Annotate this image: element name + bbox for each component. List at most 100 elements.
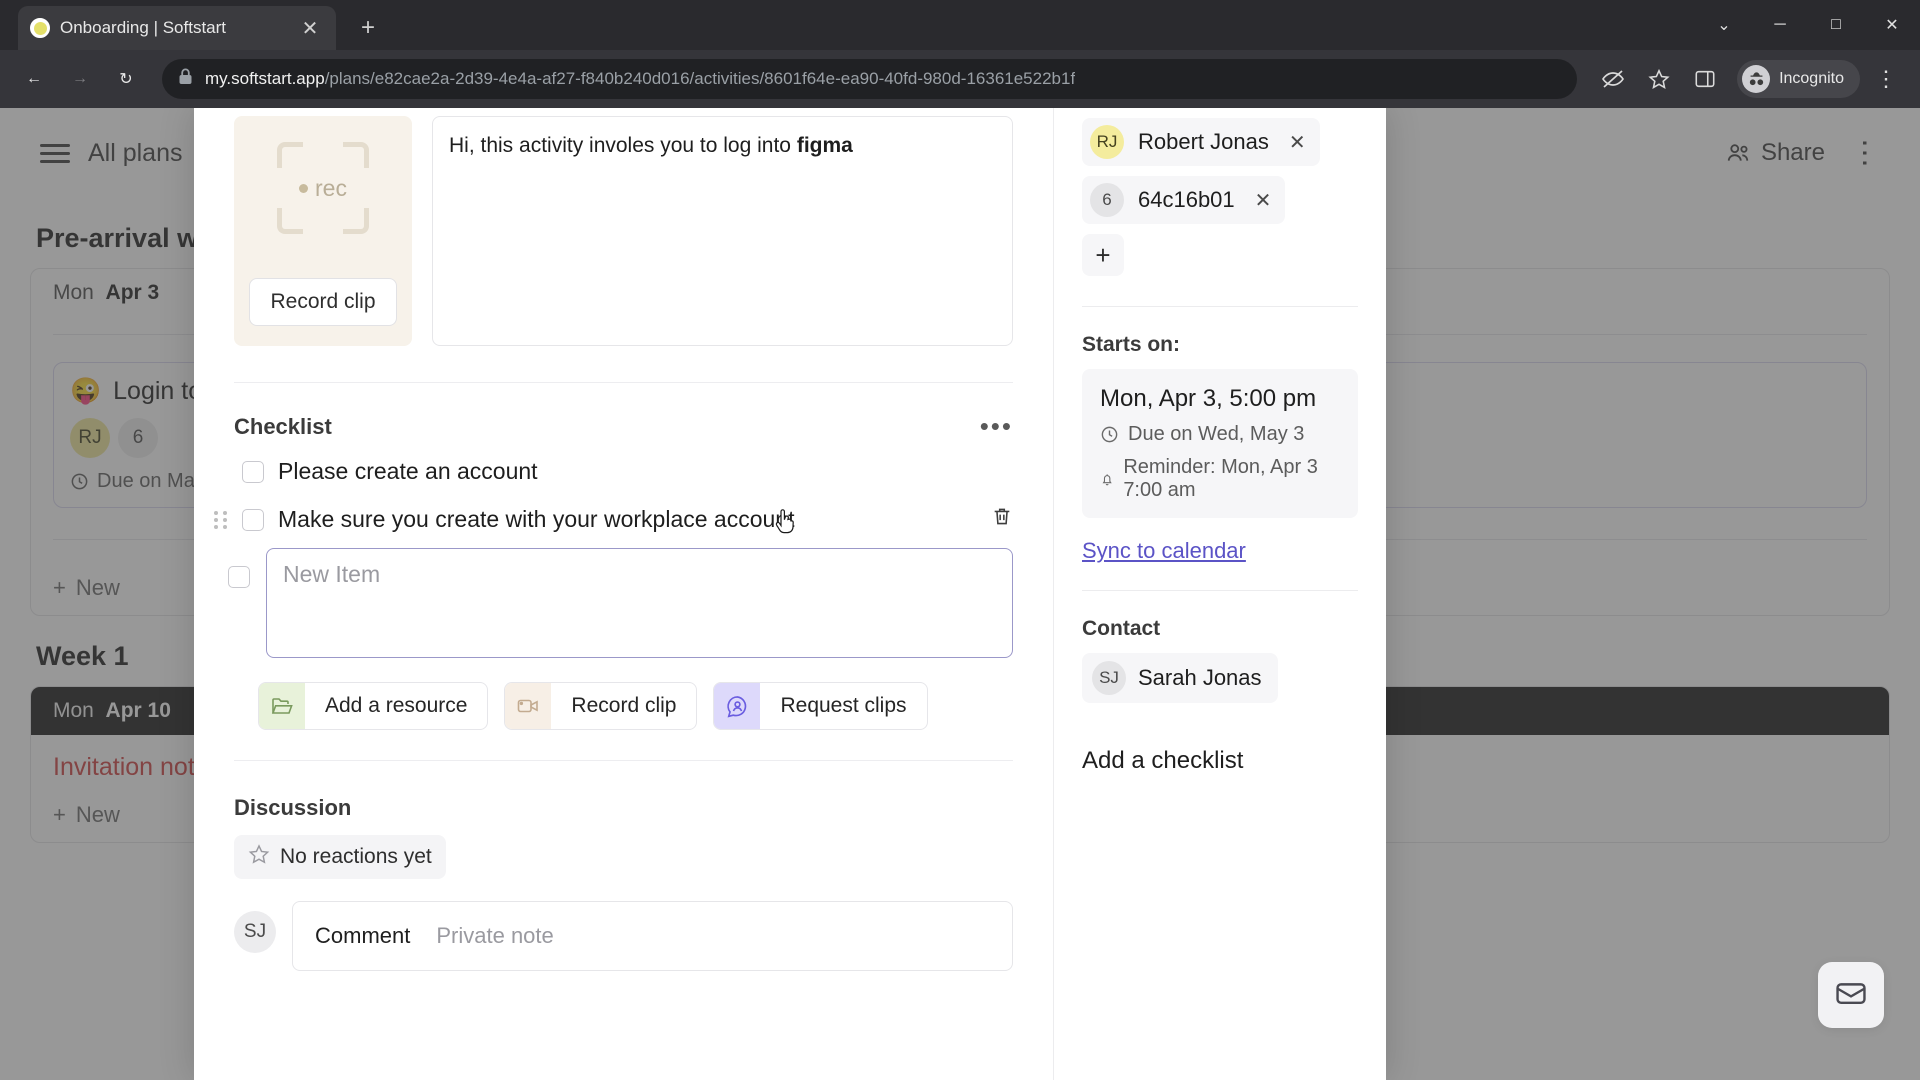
checklist-new-checkbox[interactable] [228, 566, 250, 588]
tab-title: Onboarding | Softstart [60, 18, 227, 37]
assignees-list: RJ Robert Jonas ✕ 6 64c16b01 ✕ + [1082, 108, 1358, 276]
contact-label: Contact [1082, 617, 1161, 640]
profile-incognito-button[interactable]: Incognito [1737, 60, 1860, 98]
folder-icon [259, 683, 305, 729]
assignee-name: Robert Jonas [1138, 129, 1269, 154]
reactions-label: No reactions yet [280, 845, 432, 868]
avatar: 6 [1090, 183, 1124, 217]
profile-label: Incognito [1779, 70, 1844, 87]
reload-icon[interactable]: ↻ [106, 59, 146, 99]
incognito-avatar-icon [1742, 65, 1771, 93]
activity-description[interactable]: Hi, this activity involes you to log int… [432, 116, 1013, 346]
checklist-checkbox[interactable] [242, 508, 264, 531]
sidebar-divider [1082, 306, 1358, 307]
close-icon[interactable]: ✕ [296, 14, 324, 42]
tab-private-note[interactable]: Private note [436, 923, 553, 949]
chat-bubble-icon[interactable] [1818, 962, 1884, 1028]
assignee-chip[interactable]: 6 64c16b01 ✕ [1082, 176, 1286, 224]
assignee-chip[interactable]: RJ Robert Jonas ✕ [1082, 118, 1320, 166]
add-a-checklist-button[interactable]: Add a checklist [1082, 747, 1358, 775]
back-icon[interactable]: ← [14, 59, 54, 99]
schedule-card[interactable]: Mon, Apr 3, 5:00 pm Due on Wed, May 3 Re… [1082, 369, 1358, 518]
add-assignee-button[interactable]: + [1082, 234, 1124, 276]
record-clip-action-label: Record clip [571, 694, 677, 717]
person-bubble-icon [714, 683, 761, 729]
checklist-header: Checklist ••• [194, 383, 1053, 448]
start-date-value: Mon, Apr 3, 5:00 pm [1100, 385, 1317, 412]
checklist-item[interactable]: Make sure you create with your workplace… [194, 495, 1053, 544]
url-path: /plans/e82cae2a-2d39-4e4a-af27-f840b240d… [324, 69, 1076, 88]
bookmark-star-icon[interactable] [1639, 59, 1679, 99]
browser-menu-icon[interactable]: ⋮ [1866, 59, 1906, 99]
window-close-icon[interactable]: ✕ [1864, 0, 1920, 50]
star-icon [248, 843, 270, 871]
tab-comment[interactable]: Comment [315, 923, 410, 949]
checklist-item-label: Please create an account [278, 458, 538, 484]
modal-sidebar: RJ Robert Jonas ✕ 6 64c16b01 ✕ + Starts … [1054, 108, 1386, 1080]
maximize-icon[interactable]: □ [1808, 0, 1864, 50]
contact-chip[interactable]: SJ Sarah Jonas [1082, 653, 1278, 703]
chevron-down-icon[interactable]: ⌄ [1696, 0, 1752, 50]
checklist-action-buttons: Add a resource Record clip Request clips [194, 658, 1053, 730]
request-clips-button[interactable]: Request clips [713, 682, 928, 730]
modal-main-column: rec Record clip Hi, this activity invole… [194, 108, 1054, 1080]
browser-window: Onboarding | Softstart ✕ + ⌄ ─ □ ✕ ← → ↻… [0, 0, 1920, 1080]
assignee-name: 64c16b01 [1138, 187, 1235, 212]
add-a-resource-label: Add a resource [325, 694, 468, 717]
due-date-row: Due on Wed, May 3 [1100, 423, 1340, 446]
drag-handle-icon[interactable] [214, 510, 228, 529]
activity-media-row: rec Record clip Hi, this activity invole… [194, 108, 1053, 346]
sidebar-divider [1082, 590, 1358, 591]
discussion-title: Discussion [234, 795, 352, 820]
description-bold: figma [796, 134, 853, 157]
side-panel-icon[interactable] [1685, 59, 1725, 99]
browser-toolbar: ← → ↻ my.softstart.app/plans/e82cae2a-2d… [0, 50, 1920, 108]
minimize-icon[interactable]: ─ [1752, 0, 1808, 50]
add-a-resource-button[interactable]: Add a resource [258, 682, 489, 730]
mouse-cursor-pointer-icon [774, 509, 796, 542]
clock-icon [1101, 426, 1118, 443]
avatar: SJ [234, 911, 276, 953]
url-domain: my.softstart.app [205, 69, 325, 88]
checklist-new-item-row [194, 544, 1053, 658]
rec-label: rec [277, 142, 369, 234]
trash-icon[interactable] [991, 505, 1013, 534]
checklist-checkbox[interactable] [242, 460, 264, 483]
sync-to-calendar-link[interactable]: Sync to calendar [1082, 538, 1246, 564]
page-viewport: All plans › Share ⋯ Pre-arrival week 1 M… [0, 108, 1920, 1080]
contact-name: Sarah Jonas [1138, 665, 1262, 690]
bell-icon [1102, 473, 1112, 485]
remove-assignee-icon[interactable]: ✕ [1255, 188, 1272, 213]
activity-detail-modal: rec Record clip Hi, this activity invole… [194, 108, 1386, 1080]
tracking-protection-icon[interactable] [1593, 59, 1633, 99]
reminder-row: Reminder: Mon, Apr 3 7:00 am [1100, 456, 1340, 502]
record-clip-action-button[interactable]: Record clip [504, 682, 698, 730]
checklist-item-label: Make sure you create with your workplace… [278, 506, 795, 532]
description-text: Hi, this activity involes you to log int… [449, 134, 797, 157]
forward-icon[interactable]: → [60, 59, 100, 99]
record-clip-panel: rec Record clip [234, 116, 412, 346]
video-camera-icon [505, 683, 552, 729]
new-item-input[interactable] [266, 548, 1013, 658]
due-date-label: Due on Wed, May 3 [1128, 423, 1305, 445]
site-security-lock-icon[interactable] [178, 68, 193, 90]
checklist-item[interactable]: Please create an account [194, 448, 1053, 495]
url-text: my.softstart.app/plans/e82cae2a-2d39-4e4… [205, 69, 1075, 89]
reminder-label: Reminder: Mon, Apr 3 7:00 am [1123, 456, 1318, 501]
avatar: RJ [1090, 125, 1124, 159]
comment-composer[interactable]: Comment Private note [292, 901, 1013, 971]
avatar: SJ [1092, 661, 1126, 695]
reactions-chip[interactable]: No reactions yet [234, 835, 446, 879]
checklist-title: Checklist [234, 413, 332, 439]
browser-tab[interactable]: Onboarding | Softstart ✕ [18, 6, 336, 50]
remove-assignee-icon[interactable]: ✕ [1289, 130, 1306, 155]
browser-titlebar: Onboarding | Softstart ✕ + ⌄ ─ □ ✕ [0, 0, 1920, 50]
new-tab-button[interactable]: + [354, 14, 382, 42]
request-clips-label: Request clips [780, 694, 907, 717]
record-clip-button[interactable]: Record clip [249, 278, 397, 326]
starts-on-label: Starts on: [1082, 333, 1181, 356]
softstart-logo-icon [30, 18, 50, 38]
comment-composer-row: SJ Comment Private note [194, 879, 1053, 971]
checklist-more-icon[interactable]: ••• [980, 411, 1013, 442]
address-bar[interactable]: my.softstart.app/plans/e82cae2a-2d39-4e4… [162, 59, 1578, 99]
